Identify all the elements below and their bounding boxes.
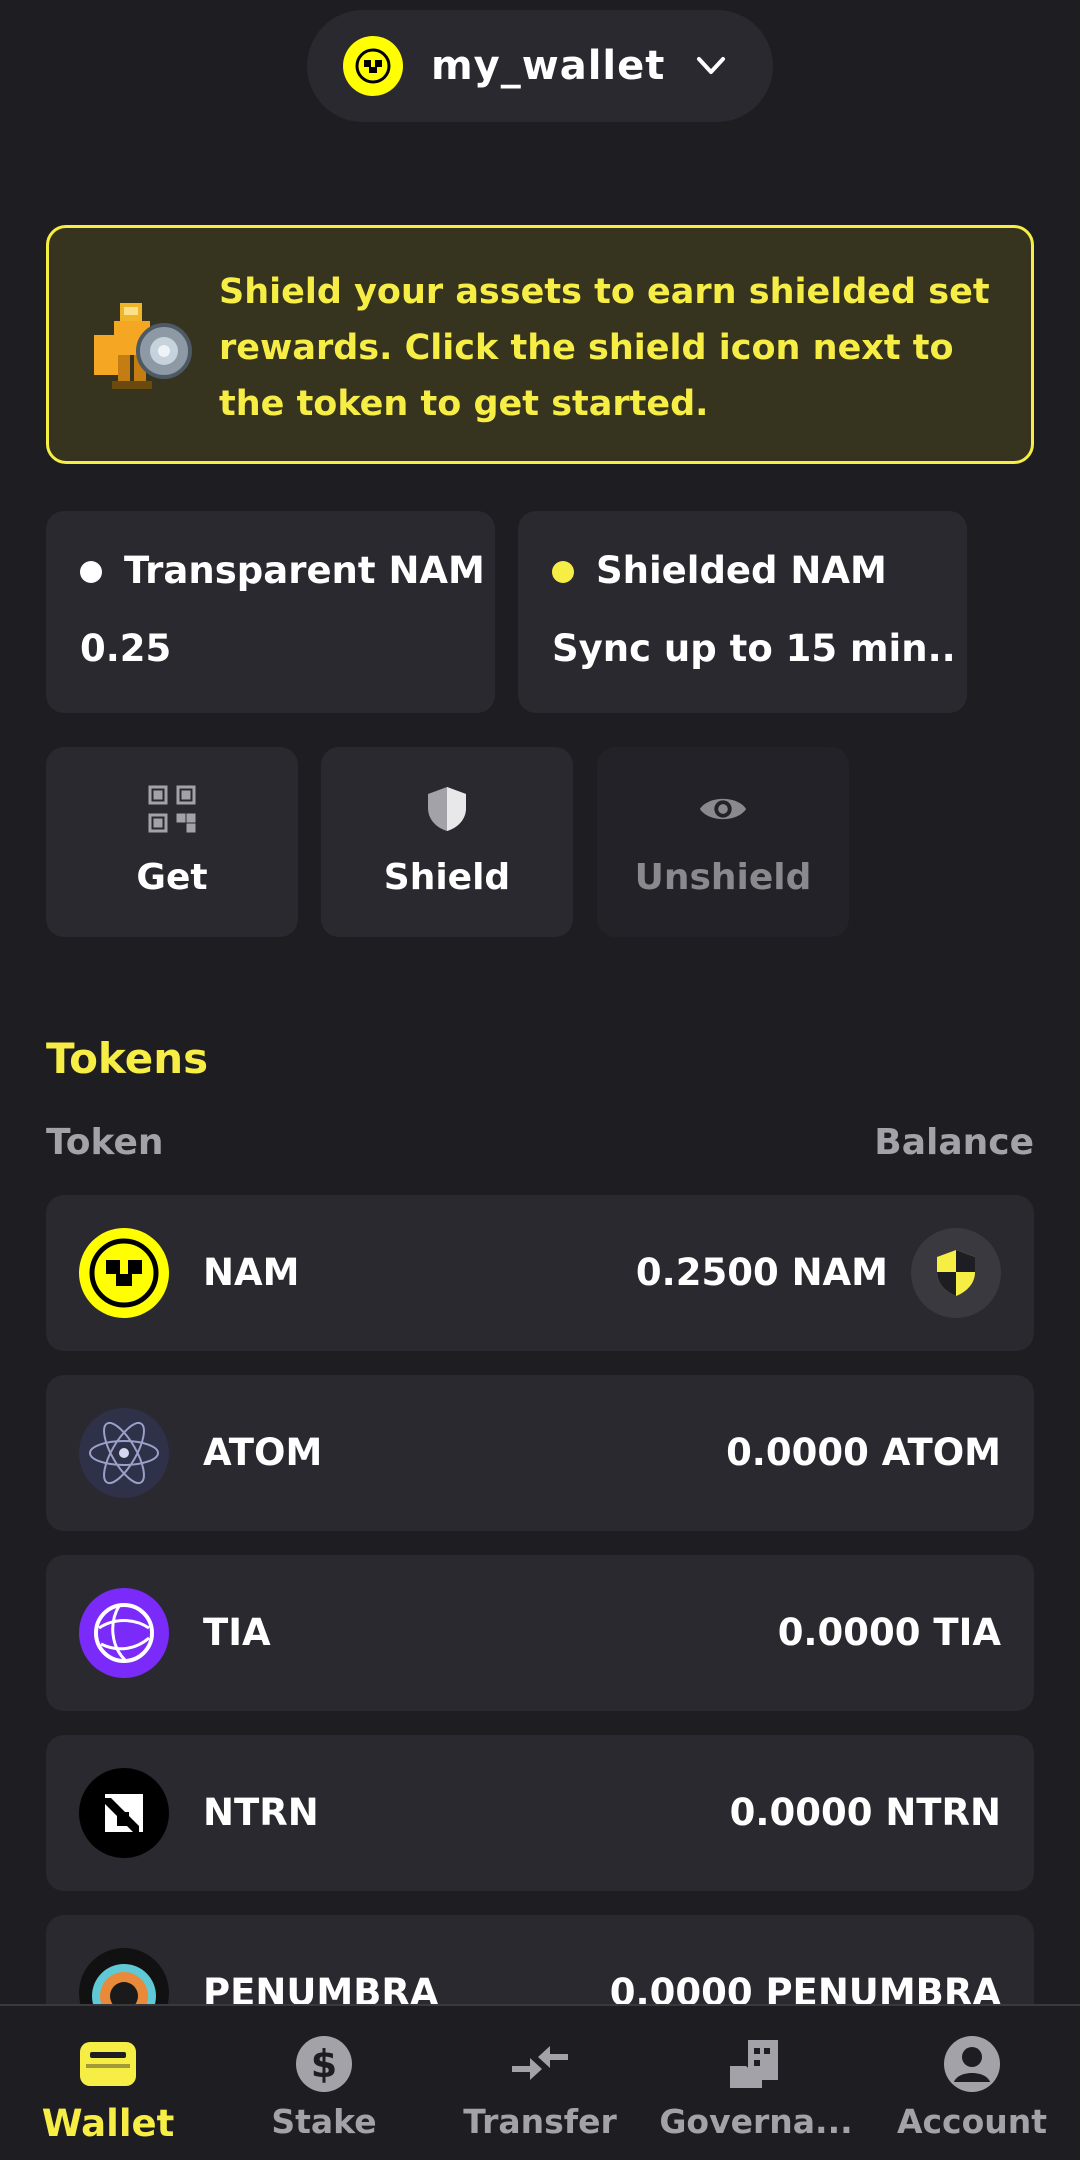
svg-text:$: $	[311, 2042, 337, 2086]
chevron-down-icon	[691, 46, 731, 86]
get-button[interactable]: Get	[46, 747, 298, 937]
tia-logo	[79, 1588, 169, 1678]
shielded-dot	[552, 561, 574, 583]
shield-icon	[421, 783, 473, 835]
bottom-nav: Wallet $ Stake Transfer Governa... Accou…	[0, 2004, 1080, 2160]
balance-column-header: Balance	[874, 1122, 1034, 1163]
nav-governance-label: Governa...	[659, 2102, 853, 2141]
token-symbol: NAM	[203, 1251, 300, 1294]
shielded-balance-card: Shielded NAM Sync up to 15 min..	[518, 511, 967, 713]
token-balance: 0.2500 NAM	[635, 1251, 888, 1294]
wallet-selector[interactable]: my_wallet	[307, 10, 773, 122]
shield-token-button[interactable]	[911, 1228, 1001, 1318]
transfer-icon	[508, 2032, 572, 2096]
shielded-value: Sync up to 15 min..	[552, 627, 956, 670]
nav-stake-label: Stake	[271, 2102, 377, 2141]
nav-stake[interactable]: $ Stake	[216, 2006, 432, 2160]
account-icon	[940, 2032, 1004, 2096]
token-row-tia[interactable]: TIA 0.0000 TIA	[46, 1555, 1034, 1711]
banner-text: Shield your assets to earn shielded set …	[219, 272, 990, 424]
token-row-ntrn[interactable]: NTRN 0.0000 NTRN	[46, 1735, 1034, 1891]
dollar-icon: $	[292, 2032, 356, 2096]
wallet-icon	[76, 2032, 140, 2096]
token-balance: 0.0000 TIA	[777, 1611, 1001, 1654]
ntrn-logo	[79, 1768, 169, 1858]
nav-transfer[interactable]: Transfer	[432, 2006, 648, 2160]
nav-transfer-label: Transfer	[463, 2102, 617, 2141]
wallet-screen: my_wallet Shield your assets to earn shi…	[0, 0, 1080, 2160]
get-label: Get	[136, 857, 208, 898]
atom-logo	[79, 1408, 169, 1498]
shield-info-banner: Shield your assets to earn shielded set …	[46, 225, 1034, 464]
unshield-label: Unshield	[634, 857, 812, 898]
nav-wallet-label: Wallet	[41, 2102, 175, 2145]
token-balance: 0.0000 ATOM	[726, 1431, 1001, 1474]
token-symbol: NTRN	[203, 1791, 319, 1834]
shield-knight-icon	[84, 295, 194, 395]
nav-account-label: Account	[896, 2102, 1048, 2141]
governance-icon	[724, 2032, 788, 2096]
qr-code-icon	[146, 783, 198, 835]
wallet-name: my_wallet	[431, 43, 666, 89]
transparent-label: Transparent NAM	[124, 549, 485, 592]
transparent-balance-card: Transparent NAM 0.25	[46, 511, 495, 713]
unshield-button[interactable]: Unshield	[597, 747, 849, 937]
token-row-nam[interactable]: NAM 0.2500 NAM	[46, 1195, 1034, 1351]
nam-logo	[79, 1228, 169, 1318]
token-symbol: ATOM	[203, 1431, 323, 1474]
transparent-dot	[80, 561, 102, 583]
transparent-value: 0.25	[80, 627, 172, 670]
token-row-atom[interactable]: ATOM 0.0000 ATOM	[46, 1375, 1034, 1531]
tokens-title: Tokens	[46, 1034, 209, 1083]
nav-wallet[interactable]: Wallet	[0, 2006, 216, 2160]
token-column-header: Token	[46, 1122, 164, 1163]
nav-governance[interactable]: Governa...	[648, 2006, 864, 2160]
shield-button[interactable]: Shield	[321, 747, 573, 937]
shield-label: Shield	[383, 857, 511, 898]
shielded-label: Shielded NAM	[596, 549, 887, 592]
token-symbol: TIA	[203, 1611, 271, 1654]
eye-icon	[697, 783, 749, 835]
nav-account[interactable]: Account	[864, 2006, 1080, 2160]
namada-logo-icon	[343, 36, 403, 96]
token-balance: 0.0000 NTRN	[729, 1791, 1001, 1834]
